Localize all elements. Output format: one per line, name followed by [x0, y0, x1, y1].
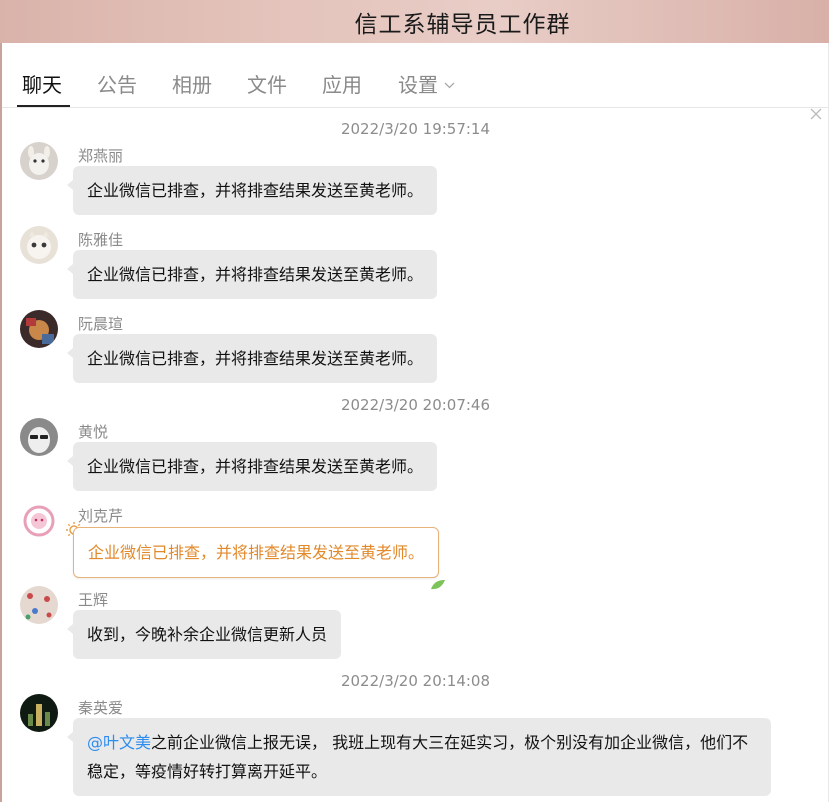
sender-name: 黄悦 — [78, 423, 109, 441]
sender-name: 阮晨瑄 — [78, 315, 124, 333]
message-bubble[interactable]: @叶文美之前企业微信上报无误， 我班上现有大三在延实习，极个别没有加企业微信，他… — [67, 718, 771, 796]
avatar[interactable] — [20, 586, 58, 624]
message-bubble[interactable]: 企业微信已排查，并将排查结果发送至黄老师。 — [66, 334, 438, 383]
avatar[interactable] — [20, 310, 58, 348]
tab-album[interactable]: 相册 — [172, 69, 212, 98]
message-bubble[interactable]: 企业微信已排查，并将排查结果发送至黄老师。 — [66, 250, 438, 299]
tab-files[interactable]: 文件 — [247, 69, 287, 98]
avatar[interactable] — [20, 142, 58, 180]
avatar[interactable] — [20, 418, 58, 456]
chat-timestamp: 2022/3/20 20:14:08 — [340, 672, 491, 690]
avatar[interactable] — [20, 694, 58, 732]
message-bubble[interactable]: 企业微信已排查，并将排查结果发送至黄老师。 — [66, 166, 438, 215]
message-bubble[interactable]: 企业微信已排查，并将排查结果发送至黄老师。 — [66, 442, 438, 491]
tab-announcements[interactable]: 公告 — [97, 69, 137, 98]
avatar[interactable] — [20, 502, 58, 540]
sender-name: 郑燕丽 — [78, 147, 124, 165]
active-tab-indicator — [17, 105, 70, 107]
tab-apps[interactable]: 应用 — [322, 69, 362, 98]
sender-name: 秦英爱 — [78, 699, 124, 717]
sender-name: 刘克芹 — [78, 507, 124, 525]
avatar[interactable] — [20, 226, 58, 264]
chat-timestamp: 2022/3/20 19:57:14 — [340, 120, 491, 138]
tab-chat[interactable]: 聊天 — [22, 69, 62, 98]
leaf-icon — [430, 571, 446, 590]
message-text: 企业微信已排查，并将排查结果发送至黄老师。 — [88, 543, 425, 562]
window-title: 信工系辅导员工作群 — [354, 12, 571, 38]
tab-settings-label: 设置 — [398, 73, 438, 97]
sender-name: 陈雅佳 — [78, 231, 124, 249]
chevron-down-icon — [444, 78, 455, 92]
message-bubble[interactable]: 企业微信已排查，并将排查结果发送至黄老师。 — [73, 527, 446, 590]
message-text: 之前企业微信上报无误， 我班上现有大三在延实习，极个别没有加企业微信，他们不稳定… — [87, 733, 749, 781]
tab-bar: 聊天 公告 相册 文件 应用 设置 — [0, 43, 829, 108]
tab-settings[interactable]: 设置 — [398, 69, 455, 98]
sender-name: 王辉 — [78, 591, 109, 609]
title-bar: 信工系辅导员工作群 — [0, 0, 829, 43]
chat-window: 信工系辅导员工作群 聊天 公告 相册 文件 应用 设置 2022/3/20 19… — [0, 0, 829, 802]
message-bubble[interactable]: 收到，今晚补余企业微信更新人员 — [66, 610, 342, 659]
chat-timestamp: 2022/3/20 20:07:46 — [340, 396, 491, 414]
mention-link[interactable]: @叶文美 — [87, 733, 151, 752]
